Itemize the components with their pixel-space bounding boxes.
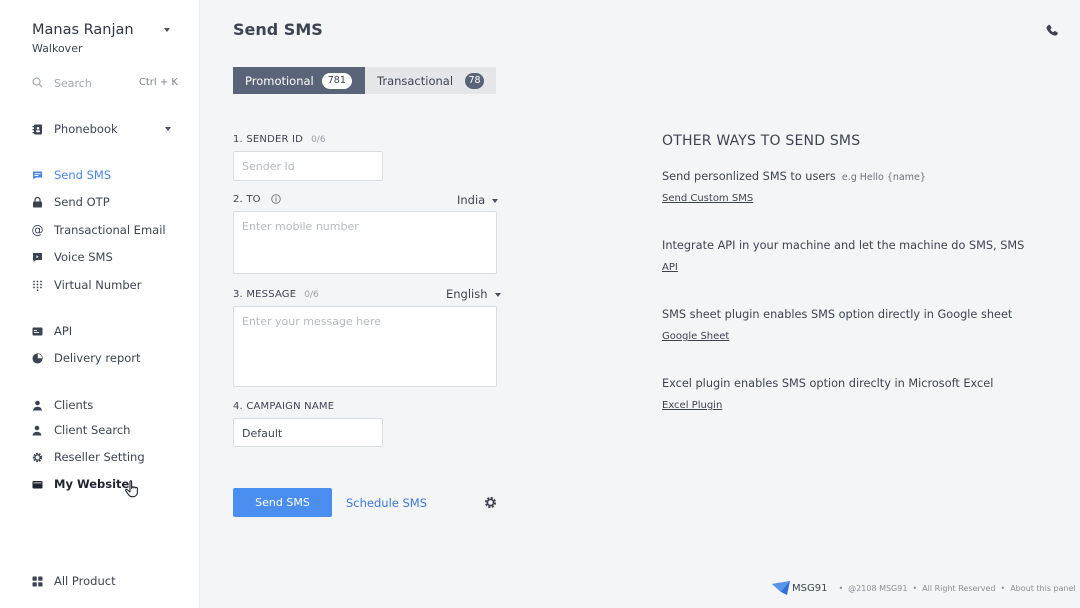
hand-cursor-icon	[125, 480, 138, 498]
label-text: 2. TO	[233, 194, 261, 205]
sidebar-item-voice-sms[interactable]: Voice SMS	[32, 248, 182, 266]
logo-text: MSG91	[792, 582, 828, 594]
sender-id-input[interactable]: Sender Id	[233, 151, 383, 181]
chevron-down-icon	[492, 198, 499, 203]
gear-icon	[32, 452, 43, 463]
sidebar-item-label: Send OTP	[54, 195, 110, 209]
voice-icon	[32, 252, 43, 263]
grid-icon	[32, 576, 43, 587]
sidebar-item-all-product[interactable]: All Product	[32, 572, 182, 590]
other-way-desc: Send personlized SMS to users e.g Hello {…	[662, 170, 926, 183]
schedule-sms-link[interactable]: Schedule SMS	[346, 496, 427, 510]
message-counter: 0/6	[304, 290, 319, 300]
sidebar-item-send-sms[interactable]: Send SMS	[32, 166, 182, 184]
sidebar-item-client-search[interactable]: Client Search	[32, 421, 182, 439]
sidebar-item-send-otp[interactable]: Send OTP	[32, 193, 182, 211]
other-way-desc: SMS sheet plugin enables SMS option dire…	[662, 308, 1013, 321]
chevron-down-icon[interactable]	[164, 28, 170, 32]
message-label: 3. MESSAGE 0/6	[233, 289, 319, 300]
sidebar-item-phonebook[interactable]: Phonebook	[32, 120, 182, 138]
sidebar-item-clients[interactable]: Clients	[32, 396, 182, 414]
search-icon	[32, 77, 43, 88]
language-select[interactable]: English	[446, 287, 501, 301]
otp-icon	[32, 196, 43, 208]
sidebar-item-label: My Website	[54, 477, 130, 491]
user-name[interactable]: Manas Ranjan	[32, 22, 134, 38]
sidebar-item-api[interactable]: API	[32, 322, 182, 340]
other-ways-title: OTHER WAYS TO SEND SMS	[662, 133, 861, 149]
message-textarea[interactable]: Enter your message here	[233, 306, 497, 387]
msg91-logo: MSG91	[772, 581, 827, 595]
sidebar-item-label: Clients	[54, 398, 94, 412]
campaign-name-input[interactable]: Default	[233, 418, 383, 447]
copyright: @2108 MSG91	[848, 583, 908, 593]
phone-icon[interactable]	[1046, 24, 1059, 37]
sidebar-item-label: Virtual Number	[54, 278, 142, 292]
envelope-icon	[772, 581, 790, 595]
pie-icon	[32, 352, 43, 364]
chevron-down-icon[interactable]	[165, 127, 171, 131]
excel-plugin-link[interactable]: Excel Plugin	[662, 400, 722, 411]
campaign-name-label: 4. CAMPAIGN NAME	[233, 401, 335, 412]
count-badge: 781	[321, 72, 352, 89]
sidebar-item-label: Send SMS	[54, 168, 112, 182]
tab-label: Transactional	[377, 73, 454, 88]
search-label: Search	[54, 77, 92, 90]
website-icon	[32, 479, 43, 490]
api-icon	[32, 326, 43, 337]
sidebar-item-reseller-setting[interactable]: Reseller Setting	[32, 448, 182, 466]
label-text: 3. MESSAGE	[233, 289, 297, 300]
at-icon: @	[31, 223, 44, 237]
sidebar-search[interactable]: Search Ctrl + K	[32, 76, 180, 92]
about-panel-link[interactable]: About this panel	[1010, 584, 1076, 593]
clients-icon	[32, 400, 43, 411]
mobile-number-input[interactable]: Enter mobile number	[233, 211, 497, 274]
sidebar-item-label: All Product	[54, 574, 116, 588]
tab-label: Promotional	[245, 73, 314, 88]
gear-icon[interactable]	[484, 496, 497, 509]
other-way-desc: Excel plugin enables SMS option direclty…	[662, 377, 994, 390]
sidebar-item-label: Client Search	[54, 423, 131, 437]
page-title: Send SMS	[233, 20, 323, 39]
chevron-down-icon	[494, 292, 501, 297]
sidebar-item-label: Phonebook	[54, 122, 118, 136]
search-shortcut: Ctrl + K	[138, 77, 178, 88]
dialpad-icon	[32, 280, 43, 291]
language-value: English	[446, 287, 488, 301]
sidebar-item-label: Voice SMS	[54, 250, 113, 264]
country-value: India	[457, 193, 486, 207]
sidebar-item-transactional-email[interactable]: @ Transactional Email	[32, 221, 182, 239]
rights-text: All Right Reserved	[922, 583, 996, 593]
sidebar-item-label: Transactional Email	[54, 223, 166, 237]
send-sms-button[interactable]: Send SMS	[233, 488, 332, 517]
sidebar-item-delivery-report[interactable]: Delivery report	[32, 349, 182, 367]
google-sheet-link[interactable]: Google Sheet	[662, 331, 729, 342]
sms-icon	[32, 170, 43, 181]
send-custom-sms-link[interactable]: Send Custom SMS	[662, 193, 753, 204]
desc-text: Send personlized SMS to users	[662, 170, 836, 183]
country-select[interactable]: India	[457, 193, 499, 207]
sidebar-item-label: API	[54, 324, 73, 338]
info-icon[interactable]	[270, 194, 281, 204]
sidebar-item-my-website[interactable]: My Website	[32, 475, 182, 493]
user-org: Walkover	[32, 42, 83, 55]
tab-promotional[interactable]: Promotional 781	[233, 67, 365, 94]
phonebook-icon	[32, 124, 43, 135]
other-way-desc: Integrate API in your machine and let th…	[662, 239, 1025, 252]
footer: MSG91 • @2108 MSG91 • All Right Reserved…	[772, 580, 1076, 596]
user-search-icon	[32, 425, 43, 436]
to-label: 2. TO	[233, 194, 281, 205]
sidebar: Manas Ranjan Walkover Search Ctrl + K Ph…	[0, 0, 200, 608]
sender-id-counter: 0/6	[311, 135, 326, 145]
sidebar-item-label: Delivery report	[54, 351, 141, 365]
sidebar-item-virtual-number[interactable]: Virtual Number	[32, 276, 182, 294]
count-badge: 78	[465, 72, 484, 89]
sidebar-item-label: Reseller Setting	[54, 450, 145, 464]
sms-type-tabs: Promotional 781 Transactional 78	[233, 67, 496, 94]
sender-id-label: 1. SENDER ID 0/6	[233, 134, 326, 145]
example-text: e.g Hello {name}	[841, 172, 926, 183]
label-text: 1. SENDER ID	[233, 134, 304, 145]
tab-transactional[interactable]: Transactional 78	[365, 67, 496, 94]
api-link[interactable]: API	[662, 262, 678, 273]
